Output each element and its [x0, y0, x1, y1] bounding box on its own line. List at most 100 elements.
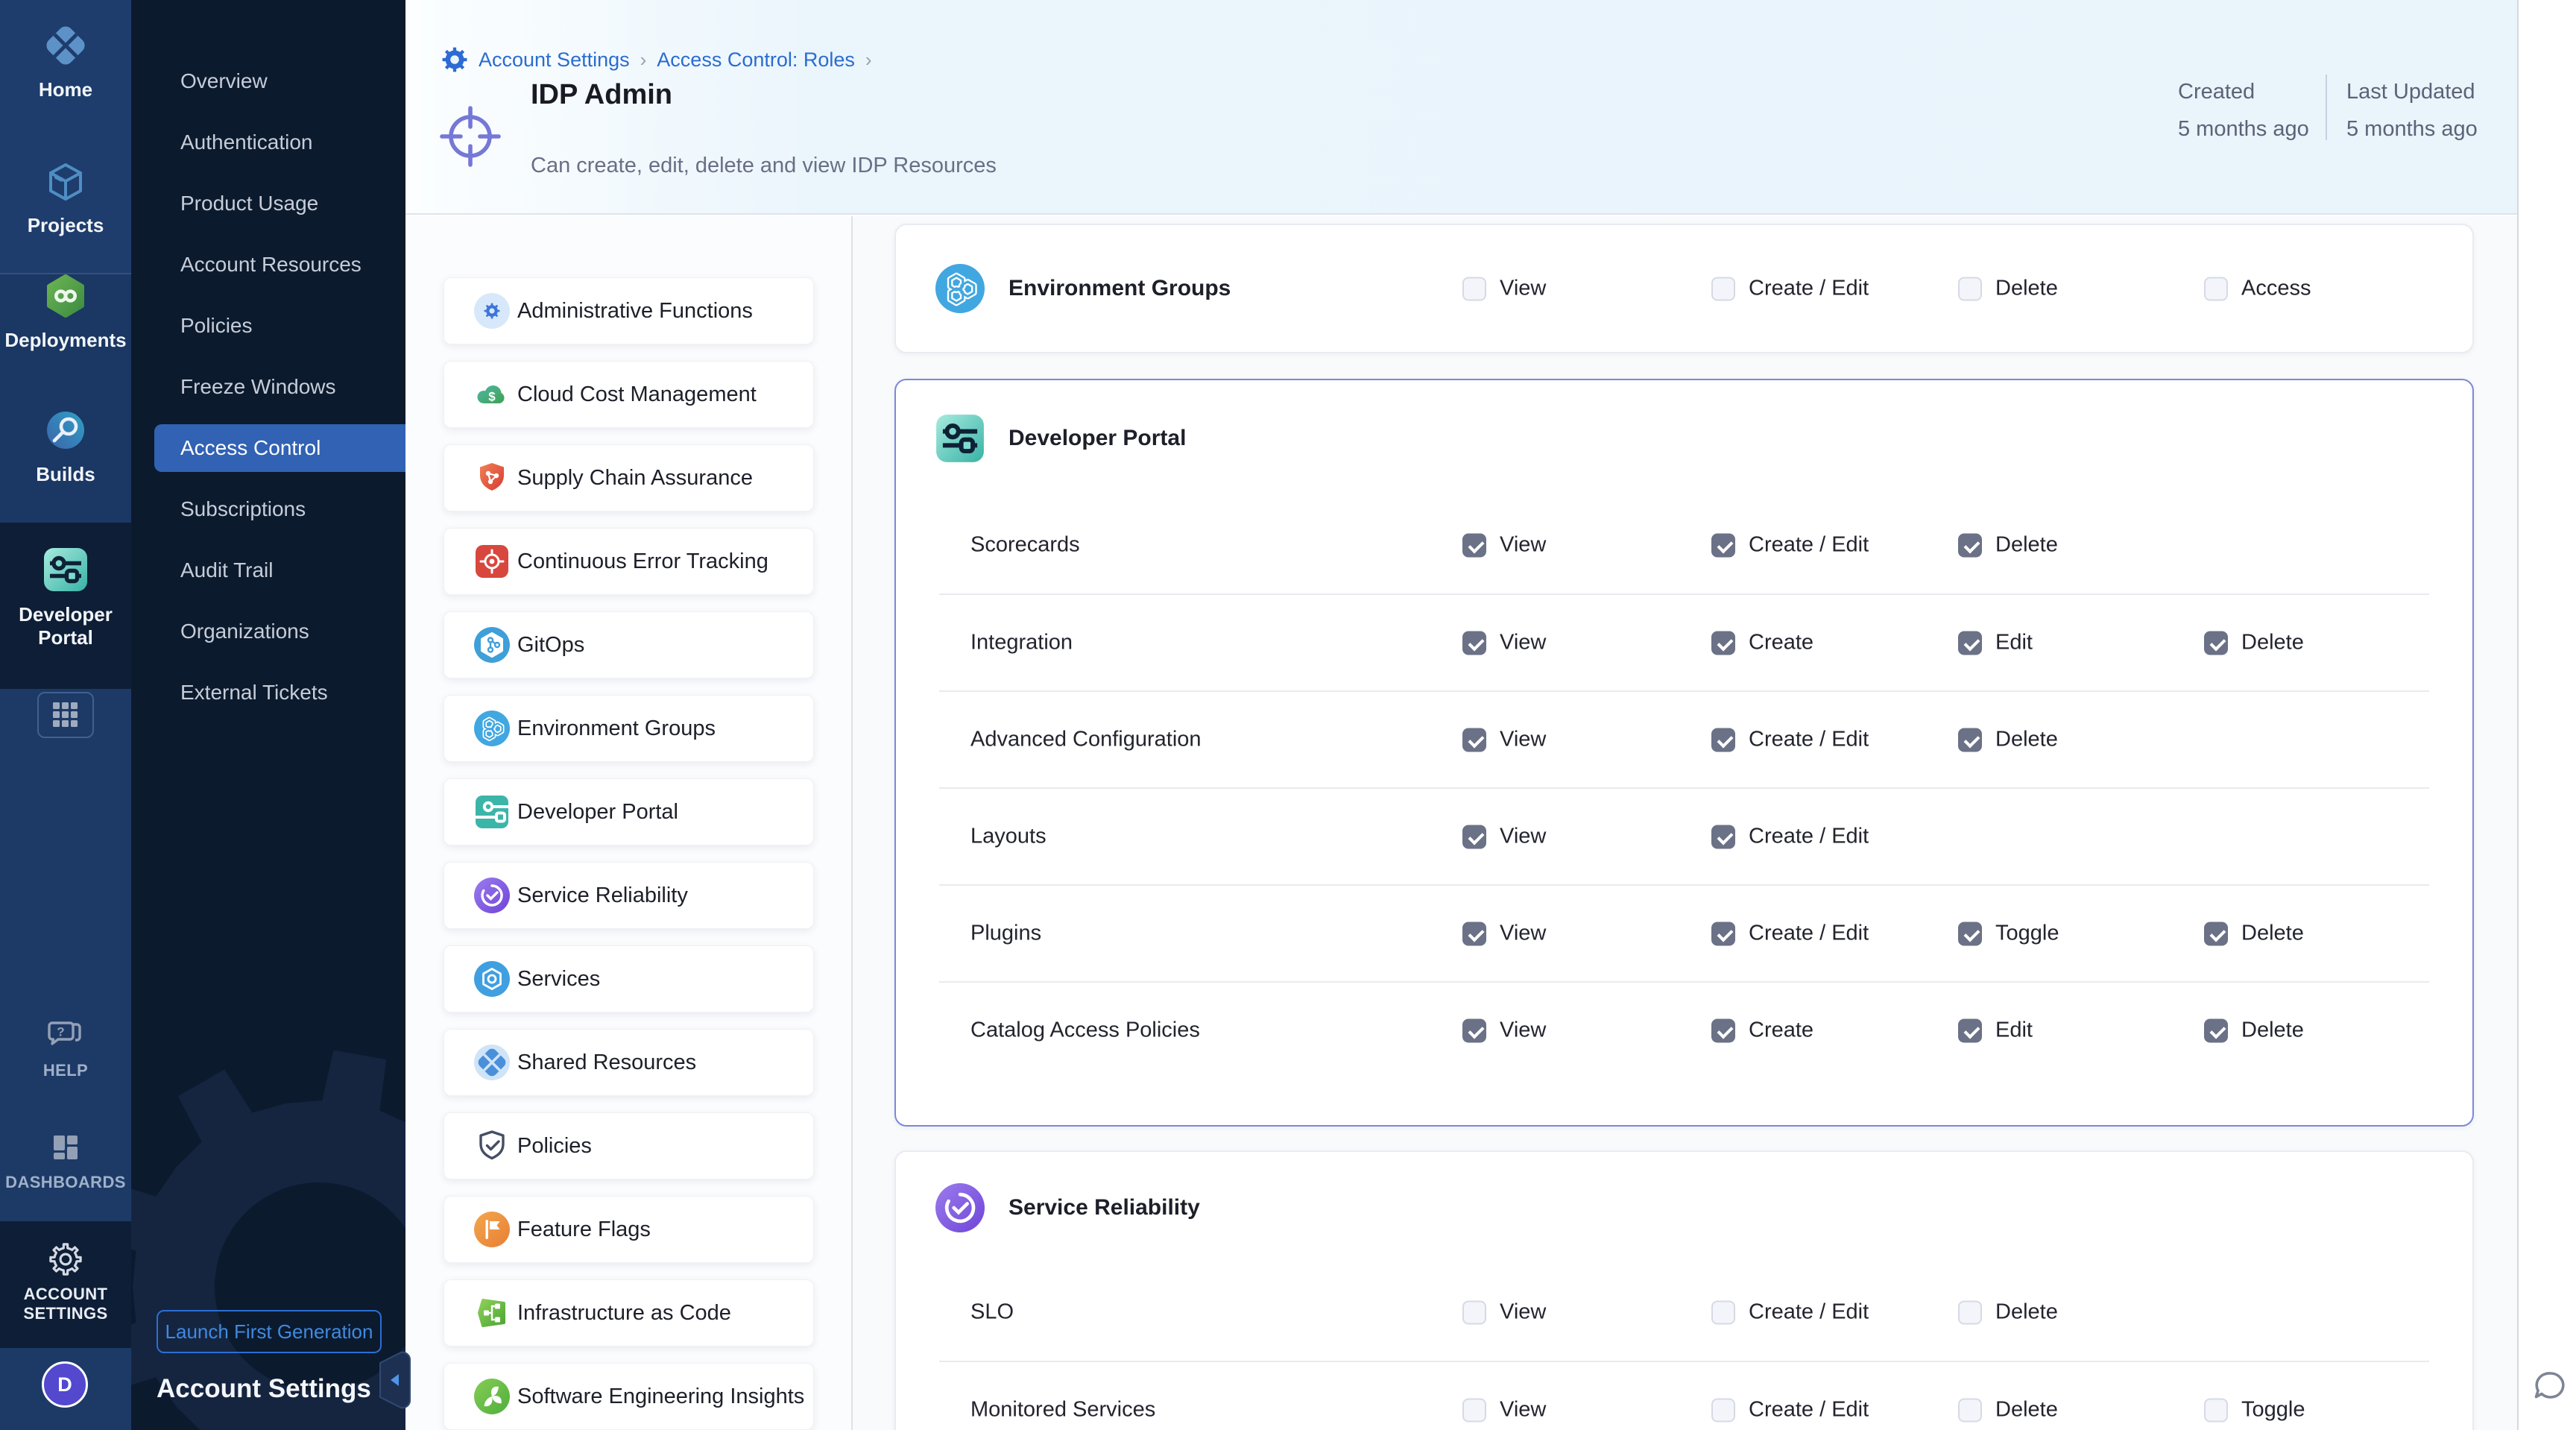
resource-card-continuous-error-tracking[interactable]: Continuous Error Tracking	[443, 528, 814, 595]
checkbox[interactable]	[2204, 1398, 2228, 1422]
checkbox[interactable]	[2204, 922, 2228, 945]
sidebar-item-audit-trail[interactable]: Audit Trail	[154, 547, 405, 594]
permission-cell: Delete	[2204, 631, 2304, 655]
checkbox[interactable]	[1711, 1398, 1735, 1422]
checkbox[interactable]	[2204, 277, 2228, 300]
checkbox[interactable]	[1958, 1398, 1982, 1422]
checkbox[interactable]	[1711, 825, 1735, 848]
permission-cell: Access	[2204, 277, 2311, 301]
sidebar-item-account-resources[interactable]: Account Resources	[154, 241, 405, 289]
resource-card-cloud-cost-management[interactable]: $Cloud Cost Management	[443, 361, 814, 428]
chat-launcher[interactable]	[2531, 1367, 2570, 1410]
sidebar-item-external-tickets[interactable]: External Tickets	[154, 669, 405, 716]
supply-chain-assurance-icon	[474, 460, 510, 496]
resource-card-services[interactable]: Services	[443, 945, 814, 1012]
checkbox[interactable]	[1462, 728, 1486, 752]
checkbox[interactable]	[1711, 277, 1735, 300]
rail-module-label: Builds	[0, 463, 131, 486]
checkbox[interactable]	[1958, 631, 1982, 655]
checkbox[interactable]	[1462, 1300, 1486, 1324]
created-label: Created	[2178, 73, 2309, 110]
resource-card-supply-chain-assurance[interactable]: Supply Chain Assurance	[443, 444, 814, 511]
checkbox[interactable]	[1711, 922, 1735, 945]
resource-card-infrastructure-as-code[interactable]: Infrastructure as Code	[443, 1279, 814, 1346]
permission-cell: Edit	[1958, 1018, 2033, 1043]
checkbox[interactable]	[1958, 277, 1982, 300]
checkbox[interactable]	[1958, 1300, 1982, 1324]
permission-row-catalog-access-policies: Catalog Access PoliciesViewCreateEditDel…	[939, 981, 2429, 1078]
resource-card-shared-resources[interactable]: Shared Resources	[443, 1029, 814, 1096]
resource-card-environment-groups[interactable]: Environment Groups	[443, 695, 814, 762]
checkbox[interactable]	[1462, 922, 1486, 945]
checkbox[interactable]	[1711, 533, 1735, 557]
checkbox[interactable]	[1958, 728, 1982, 752]
permission-cell: View	[1462, 922, 1546, 946]
resource-card-label: Infrastructure as Code	[517, 1301, 731, 1326]
resource-card-service-reliability[interactable]: Service Reliability	[443, 862, 814, 929]
sidebar-item-authentication[interactable]: Authentication	[154, 119, 405, 166]
resource-card-label: Software Engineering Insights	[517, 1385, 804, 1409]
rail-module-projects[interactable]: Projects	[0, 161, 131, 237]
checkbox-label: Create / Edit	[1749, 533, 1869, 558]
launch-first-generation-button[interactable]: Launch First Generation	[157, 1310, 382, 1353]
resource-card-software-engineering-insights[interactable]: Software Engineering Insights	[443, 1363, 814, 1430]
environment-groups-icon	[474, 711, 510, 746]
sidebar-item-organizations[interactable]: Organizations	[154, 608, 405, 655]
resource-card-feature-flags[interactable]: Feature Flags	[443, 1196, 814, 1263]
page-title: IDP Admin	[531, 79, 672, 111]
rail-account-settings[interactable]: ACCOUNT SETTINGS	[0, 1242, 131, 1323]
user-avatar[interactable]: D	[42, 1361, 88, 1408]
checkbox[interactable]	[1462, 1398, 1486, 1422]
checkbox-label: View	[1500, 728, 1546, 752]
chat-bubble-icon	[2531, 1367, 2570, 1406]
sidebar-item-overview[interactable]: Overview	[154, 57, 405, 105]
checkbox[interactable]	[1958, 922, 1982, 945]
sidebar-item-access-control[interactable]: Access Control	[154, 424, 405, 472]
sidebar-collapse-handle[interactable]	[379, 1351, 411, 1413]
rail-module-home[interactable]: Home	[0, 24, 131, 101]
resource-card-developer-portal[interactable]: Developer Portal	[443, 778, 814, 845]
rail-help[interactable]: ?HELP	[0, 1017, 131, 1080]
module-browser-button[interactable]	[37, 692, 94, 738]
permission-cell: View	[1462, 1018, 1546, 1043]
checkbox[interactable]	[1958, 533, 1982, 557]
checkbox[interactable]	[1711, 631, 1735, 655]
checkbox[interactable]	[1958, 1018, 1982, 1042]
checkbox[interactable]	[1711, 1018, 1735, 1042]
checkbox-label: View	[1500, 1300, 1546, 1325]
checkbox[interactable]	[1462, 533, 1486, 557]
rail-module-builds[interactable]: Builds	[0, 409, 131, 486]
checkbox[interactable]	[1462, 277, 1486, 300]
breadcrumb-access-control-roles[interactable]: Access Control: Roles	[657, 48, 855, 72]
checkbox[interactable]	[1462, 631, 1486, 655]
module-grid-icon	[51, 701, 80, 729]
permission-row-label: Catalog Access Policies	[970, 1018, 1200, 1043]
resource-card-administrative-functions[interactable]: Administrative Functions	[443, 277, 814, 344]
resource-card-label: Policies	[517, 1134, 592, 1159]
breadcrumb-account-settings[interactable]: Account Settings	[479, 48, 630, 72]
resource-card-label: Supply Chain Assurance	[517, 466, 753, 491]
sidebar-item-freeze-windows[interactable]: Freeze Windows	[154, 363, 405, 411]
checkbox[interactable]	[1462, 825, 1486, 848]
rail-dashboards[interactable]: DASHBOARDS	[0, 1130, 131, 1192]
content-area: Administrative Functions $Cloud Cost Man…	[405, 216, 2517, 1430]
checkbox[interactable]	[1711, 728, 1735, 752]
checkbox[interactable]	[2204, 631, 2228, 655]
sidebar-item-product-usage[interactable]: Product Usage	[154, 180, 405, 227]
permission-cell: View	[1462, 1398, 1546, 1423]
sidebar-collapse-icon[interactable]	[379, 1351, 411, 1409]
checkbox-label: View	[1500, 1018, 1546, 1043]
rail-module-deployments[interactable]: Deployments	[0, 274, 131, 352]
sidebar-item-policies[interactable]: Policies	[154, 302, 405, 350]
resource-card-policies[interactable]: Policies	[443, 1112, 814, 1179]
permission-cell: View	[1462, 533, 1546, 558]
resource-card-gitops[interactable]: GitOps	[443, 611, 814, 678]
rail-module-developer-portal[interactable]: Developer Portal	[0, 547, 131, 649]
rail-module-label: Projects	[0, 214, 131, 237]
permission-cell: Delete	[2204, 1018, 2304, 1043]
sidebar-item-subscriptions[interactable]: Subscriptions	[154, 485, 405, 533]
checkbox[interactable]	[1462, 1018, 1486, 1042]
checkbox[interactable]	[1711, 1300, 1735, 1324]
permission-section-header: Environment GroupsViewCreate / EditDelet…	[896, 225, 2472, 352]
checkbox[interactable]	[2204, 1018, 2228, 1042]
